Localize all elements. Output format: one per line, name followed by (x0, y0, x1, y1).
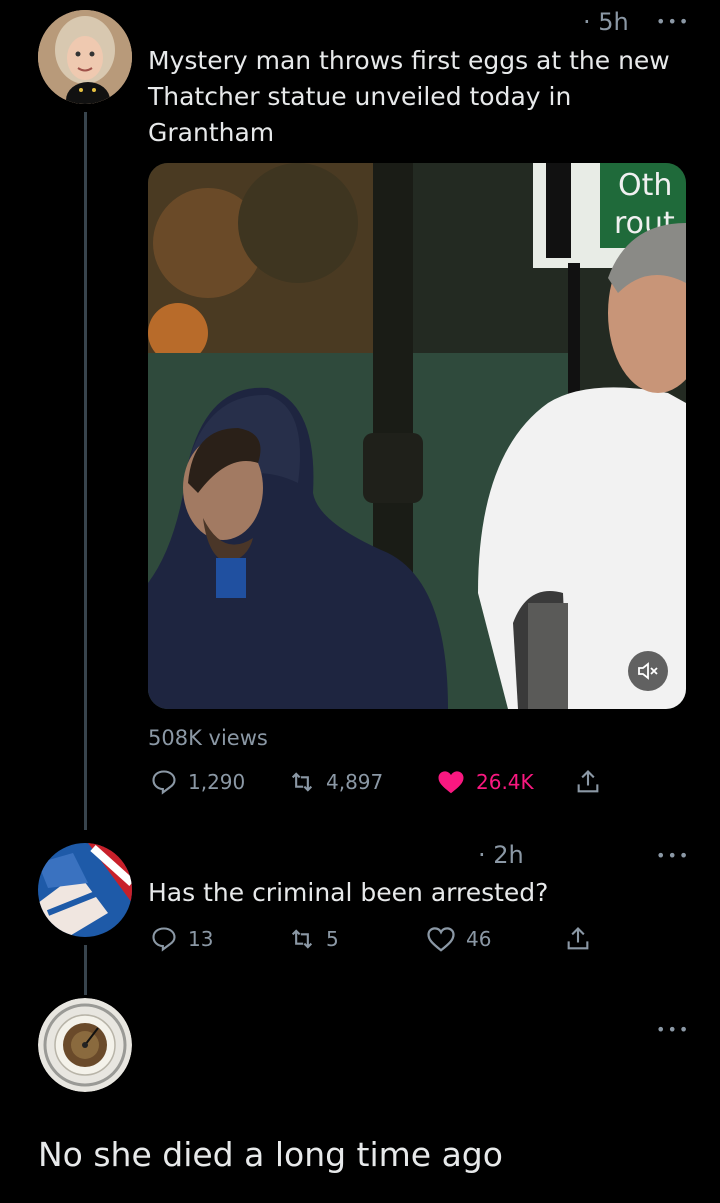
retweet-button[interactable]: 5 (288, 925, 426, 953)
tweet1-views: 508K views (148, 726, 268, 750)
retweet-count: 4,897 (326, 770, 384, 794)
retweet-button[interactable]: 4,897 (288, 768, 436, 796)
tweet2-actions: 13 5 46 (150, 924, 610, 954)
tweet1-video[interactable]: Oth rout (148, 163, 686, 709)
reply-count: 13 (188, 927, 214, 951)
thread-line-2 (84, 945, 87, 995)
more-icon[interactable]: ••• (656, 1020, 690, 1039)
avatar-tweet3[interactable] (38, 998, 132, 1092)
share-icon (577, 770, 599, 793)
retweet-icon (291, 929, 313, 949)
tweet2-time[interactable]: · 2h (478, 841, 524, 869)
share-icon (567, 927, 589, 950)
share-button[interactable] (574, 768, 602, 796)
reply-icon (152, 770, 176, 795)
avatar-tweet1[interactable] (38, 10, 132, 104)
tweet2-text: Has the criminal been arrested? (148, 878, 549, 907)
reply-button[interactable]: 1,290 (150, 768, 288, 796)
more-icon[interactable]: ••• (656, 846, 690, 865)
heart-icon (427, 927, 455, 952)
tweet3-text: No she died a long time ago (38, 1135, 503, 1174)
like-button[interactable]: 26.4K (436, 767, 574, 797)
reply-icon (152, 927, 176, 952)
tweet1-time[interactable]: · 5h (583, 8, 629, 36)
tweet1-actions: 1,290 4,897 26.4K (150, 767, 610, 797)
share-button[interactable] (564, 925, 592, 953)
avatar-tweet2[interactable] (38, 843, 132, 937)
thread-line-1 (84, 112, 87, 830)
tweet1-text: Mystery man throws first eggs at the new… (148, 46, 670, 147)
retweet-icon (291, 772, 313, 792)
reply-count: 1,290 (188, 770, 246, 794)
like-count: 46 (466, 927, 492, 951)
heart-icon (438, 771, 464, 794)
sign-text-line1: Oth (618, 168, 672, 203)
retweet-count: 5 (326, 927, 339, 951)
like-count: 26.4K (476, 770, 534, 794)
reply-button[interactable]: 13 (150, 925, 288, 953)
more-icon[interactable]: ••• (656, 12, 690, 31)
mute-icon[interactable] (628, 651, 668, 691)
like-button[interactable]: 46 (426, 924, 564, 954)
